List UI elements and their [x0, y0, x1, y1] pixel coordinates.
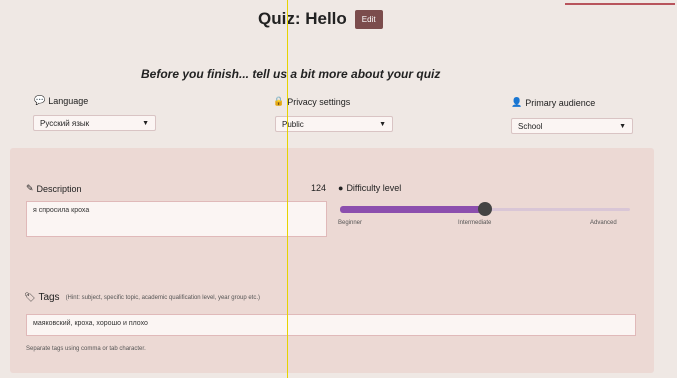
caret-down-icon: ▼: [379, 120, 386, 128]
difficulty-tick-intermediate: Intermediate: [458, 220, 492, 226]
difficulty-slider-fill: [340, 206, 485, 213]
difficulty-tick-advanced: Advanced: [590, 220, 617, 226]
user-icon: 👤: [511, 97, 523, 107]
decorative-rule: [565, 3, 675, 5]
privacy-select[interactable]: Public ▼: [275, 116, 393, 132]
caret-down-icon: ▼: [142, 119, 149, 127]
tag-icon: 🏷: [24, 292, 36, 302]
privacy-label: 🔒 Privacy settings: [273, 96, 350, 107]
language-label: 💬 Language: [34, 95, 88, 106]
tags-label-text: Tags: [38, 292, 60, 303]
edit-button[interactable]: Edit: [354, 9, 383, 29]
difficulty-label: ● Difficulty level: [338, 183, 401, 193]
description-textarea[interactable]: я спросила кроха: [26, 201, 327, 237]
language-value: Русский язык: [40, 118, 90, 128]
audience-label: 👤 Primary audience: [511, 97, 595, 108]
description-label: ✎ Description: [26, 183, 82, 194]
pencil-icon: ✎: [26, 183, 34, 193]
privacy-label-text: Privacy settings: [287, 96, 351, 107]
privacy-value: Public: [282, 119, 304, 129]
audience-label-text: Primary audience: [525, 97, 596, 108]
tags-help-text: Separate tags using comma or tab charact…: [26, 346, 146, 352]
quiz-title: Quiz: Hello: [258, 9, 347, 28]
difficulty-label-text: Difficulty level: [346, 183, 402, 193]
difficulty-slider-track[interactable]: [490, 208, 630, 211]
caret-down-icon: ▼: [619, 122, 626, 130]
audience-value: School: [518, 121, 543, 131]
difficulty-tick-beginner: Beginner: [338, 220, 363, 226]
tags-label: 🏷 Tags (Hint: subject, specific topic, a…: [24, 292, 260, 303]
description-label-text: Description: [36, 183, 82, 194]
difficulty-slider-handle[interactable]: [478, 202, 492, 216]
speech-bubble-icon: 💬: [34, 95, 46, 105]
circle-icon: ●: [338, 183, 344, 193]
tags-hint: (Hint: subject, specific topic, academic…: [65, 294, 260, 301]
description-char-count: 124: [311, 183, 327, 193]
audience-select[interactable]: School ▼: [511, 118, 633, 134]
page-title: Quiz: Hello Edit: [258, 9, 383, 29]
lock-icon: 🔒: [273, 96, 285, 106]
details-panel: [10, 148, 654, 373]
finish-prompt: Before you finish... tell us a bit more …: [141, 67, 441, 81]
language-select[interactable]: Русский язык ▼: [33, 115, 156, 131]
language-label-text: Language: [48, 95, 89, 106]
tags-input[interactable]: маяковский, кроха, хорошо и плохо: [26, 314, 636, 336]
guide-line: [287, 0, 288, 378]
